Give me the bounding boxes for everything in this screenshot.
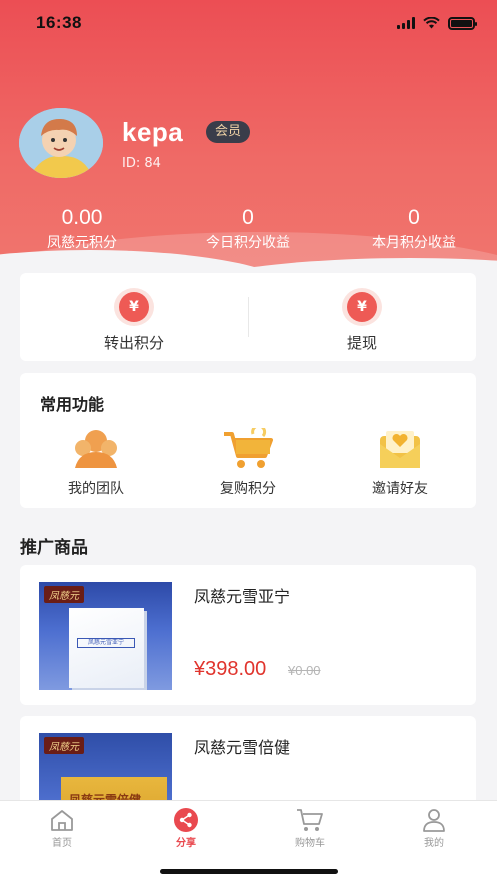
tab-cart[interactable]: 购物车 [248, 807, 372, 849]
share-icon [124, 807, 248, 833]
cart-icon [172, 428, 324, 470]
user-icon [372, 807, 496, 833]
user-id: ID: 84 [122, 156, 161, 171]
tab-label: 购物车 [295, 838, 325, 849]
status-bar: 16:38 [0, 0, 497, 46]
stat-value: 0.00 [61, 206, 103, 229]
function-label: 复购积分 [220, 481, 276, 497]
stat-label: 凤慈元积分 [47, 235, 117, 251]
tab-label: 分享 [176, 838, 196, 849]
product-box: 凤慈元雪亚宁 [69, 608, 144, 688]
section-title: 常用功能 [40, 395, 105, 414]
user-name: kepa [122, 117, 184, 147]
tab-share[interactable]: 分享 [124, 807, 248, 849]
shopping-cart-icon [248, 807, 372, 833]
transfer-points-button[interactable]: ¥ 转出积分 [20, 288, 248, 353]
tab-profile[interactable]: 我的 [372, 807, 496, 849]
brand-logo: 凤慈元 [44, 737, 84, 754]
product-name[interactable]: 凤慈元雪倍健 [194, 734, 290, 758]
yen-coin-icon: ¥ [342, 288, 382, 326]
status-time: 16:38 [36, 13, 82, 32]
wifi-icon [423, 17, 440, 29]
stat-value: 0 [242, 206, 254, 229]
my-team-button[interactable]: 我的团队 [20, 428, 172, 498]
quick-action-label: 提现 [346, 334, 377, 352]
quick-actions-card: ¥ 转出积分 ¥ 提现 [20, 273, 476, 361]
invite-friends-button[interactable]: 邀请好友 [324, 428, 476, 498]
stat-today-earnings[interactable]: 0 今日积分收益 [188, 205, 308, 253]
function-label: 邀请好友 [372, 481, 428, 497]
yen-coin-icon: ¥ [114, 288, 154, 326]
home-icon [0, 807, 124, 833]
function-label: 我的团队 [68, 481, 124, 497]
avatar[interactable] [19, 108, 103, 178]
avatar-illustration [19, 108, 103, 178]
battery-icon [448, 16, 477, 30]
home-indicator [160, 869, 338, 874]
promo-section-title: 推广商品 [20, 538, 88, 558]
invite-envelope-icon [324, 428, 476, 470]
product-image[interactable]: 凤慈元 凤慈元雪亚宁 [39, 582, 172, 690]
common-functions-card: 常用功能 我的团队 复购积分 邀请好友 [20, 373, 476, 508]
tab-home[interactable]: 首页 [0, 807, 124, 849]
stat-value: 0 [408, 206, 420, 229]
stat-label: 今日积分收益 [206, 235, 290, 251]
product-name[interactable]: 凤慈元雪亚宁 [194, 583, 290, 607]
stat-total-points[interactable]: 0.00 凤慈元积分 [22, 205, 142, 253]
product-card[interactable]: 凤慈元 凤慈元雪亚宁 凤慈元雪亚宁 ¥398.00 ¥0.00 [20, 565, 476, 705]
withdraw-button[interactable]: ¥ 提现 [248, 288, 476, 353]
tab-label: 我的 [424, 838, 444, 849]
stat-month-earnings[interactable]: 0 本月积分收益 [354, 205, 474, 253]
member-badge: 会员 [206, 121, 251, 143]
repurchase-points-button[interactable]: 复购积分 [172, 428, 324, 498]
product-box-label: 凤慈元雪亚宁 [77, 638, 135, 648]
status-icons [397, 16, 477, 30]
stat-label: 本月积分收益 [372, 235, 456, 251]
quick-action-label: 转出积分 [103, 334, 164, 352]
product-original-price: ¥0.00 [288, 663, 321, 678]
product-price: ¥398.00 [194, 658, 267, 680]
tab-label: 首页 [52, 838, 72, 849]
brand-logo: 凤慈元 [44, 586, 84, 603]
cellular-signal-icon [397, 17, 415, 29]
team-icon [20, 428, 172, 470]
points-stats: 0.00 凤慈元积分 0 今日积分收益 0 本月积分收益 [0, 205, 497, 255]
